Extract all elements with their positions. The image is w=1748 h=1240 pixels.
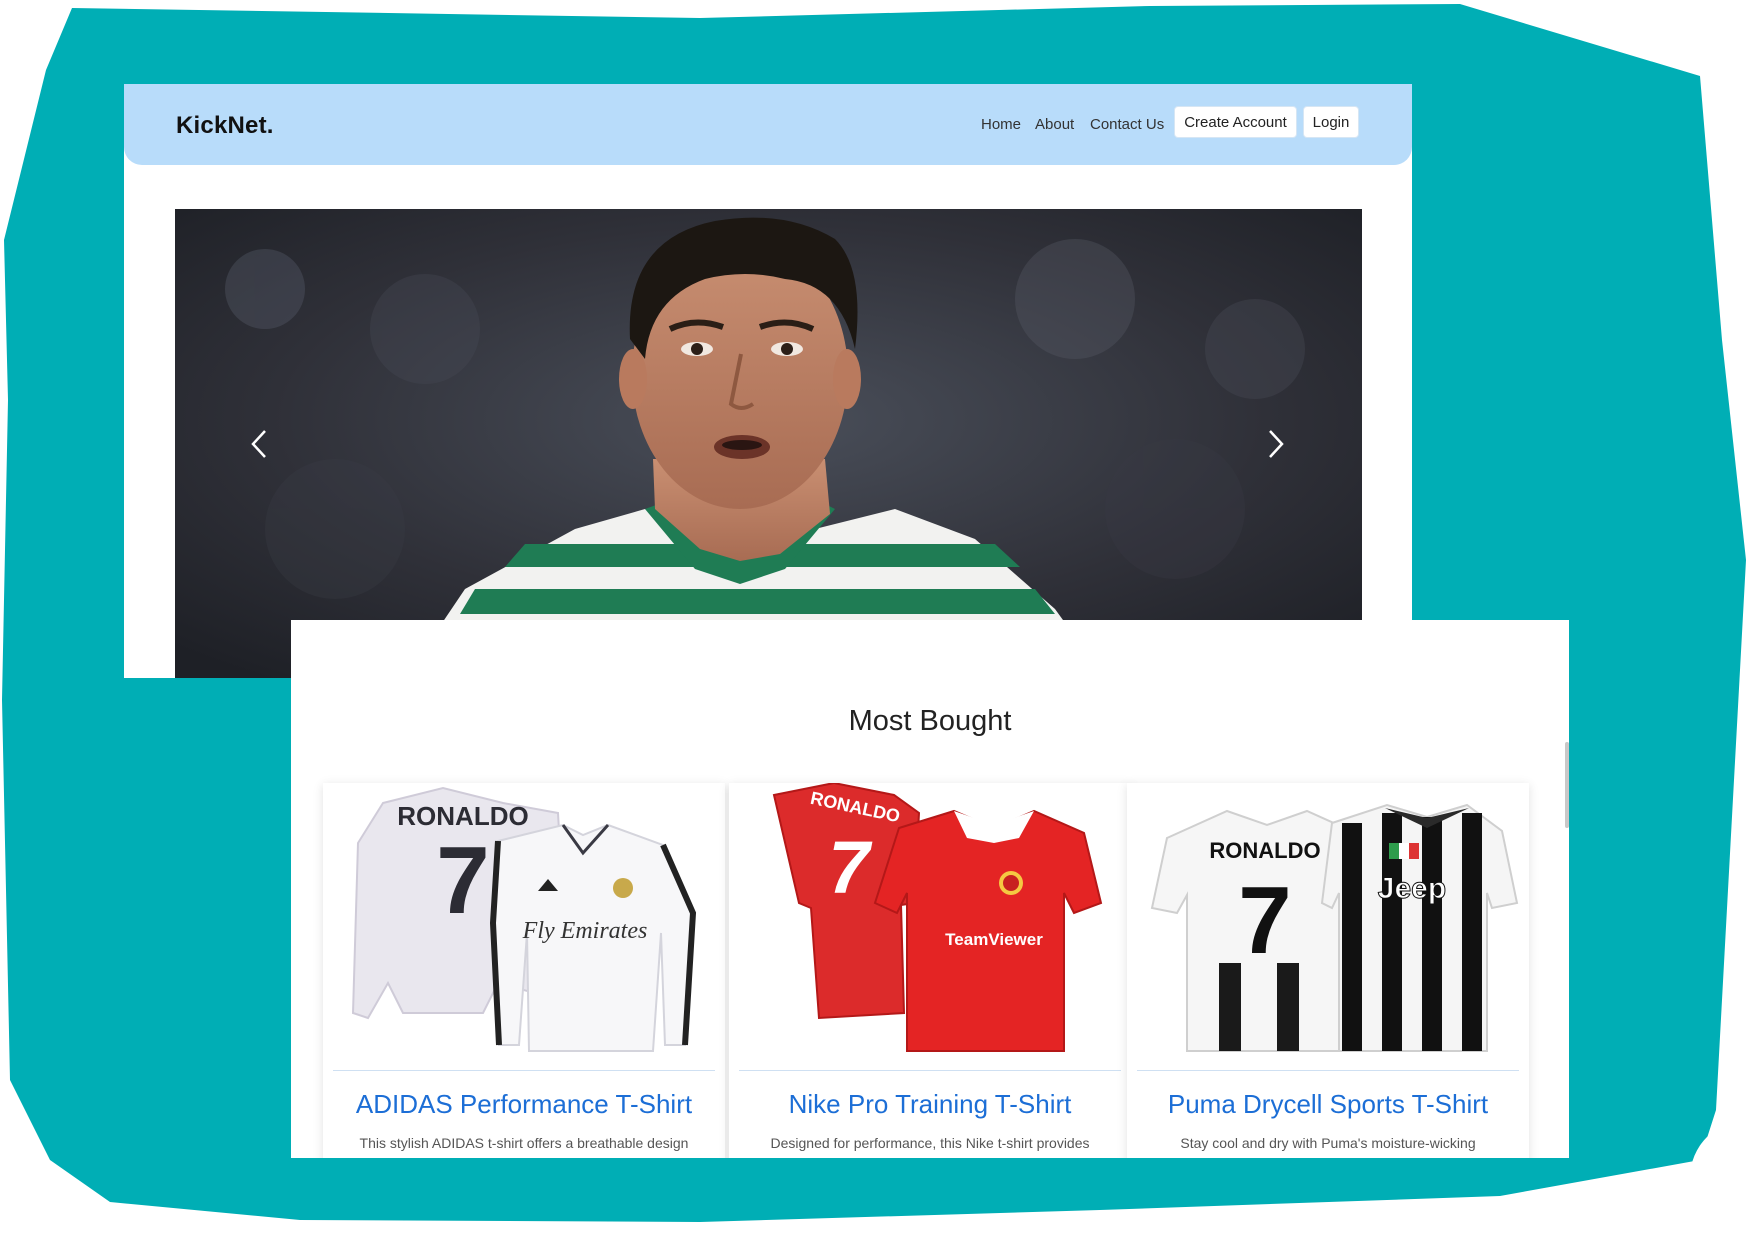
jersey-number-3: 7 (1238, 867, 1291, 974)
hero-image (175, 209, 1362, 678)
card-divider (333, 1070, 715, 1071)
product-title[interactable]: Nike Pro Training T-Shirt (729, 1089, 1131, 1120)
scrollbar[interactable] (1565, 742, 1569, 828)
product-card-adidas[interactable]: RONALDO 7 Fly Emirates ADIDAS Performanc… (323, 783, 725, 1158)
navbar: KickNet. Home About Contact Us Create Ac… (124, 84, 1412, 165)
product-card-nike[interactable]: RONALDO 7 TeamViewer Nike Pro Training T… (729, 783, 1131, 1158)
chevron-right-icon[interactable] (1260, 427, 1290, 461)
create-account-button[interactable]: Create Account (1174, 106, 1297, 138)
jersey-sponsor-2: TeamViewer (945, 930, 1043, 949)
jersey-number-1: 7 (436, 827, 489, 934)
nav-link-home[interactable]: Home (981, 116, 1021, 133)
brand-logo[interactable]: KickNet. (176, 112, 274, 140)
product-description: Designed for performance, this Nike t-sh… (770, 1135, 1090, 1158)
product-title[interactable]: ADIDAS Performance T-Shirt (323, 1089, 725, 1120)
card-divider (1137, 1070, 1519, 1071)
jersey-sponsor-3: Jeep (1378, 872, 1446, 905)
product-image-adidas: RONALDO 7 Fly Emirates (323, 783, 725, 1071)
jersey-sponsor-1: Fly Emirates (522, 918, 648, 944)
product-image-puma: RONALDO 7 Jeep (1127, 783, 1529, 1071)
website-window: KickNet. Home About Contact Us Create Ac… (124, 84, 1412, 678)
card-divider (739, 1070, 1121, 1071)
hero-carousel[interactable] (175, 209, 1362, 678)
chevron-left-icon[interactable] (245, 427, 275, 461)
most-bought-window: Most Bought RONALDO 7 Fly Emirates ADIDA… (291, 620, 1569, 1158)
login-button[interactable]: Login (1303, 106, 1359, 138)
product-description: Stay cool and dry with Puma's moisture-w… (1180, 1135, 1476, 1158)
nav-link-about[interactable]: About (1035, 116, 1074, 133)
product-description: This stylish ADIDAS t-shirt offers a bre… (359, 1135, 689, 1158)
jersey-number-2: 7 (828, 826, 873, 909)
nav-link-contact[interactable]: Contact Us (1090, 116, 1164, 133)
product-image-nike: RONALDO 7 TeamViewer (729, 783, 1131, 1071)
section-title: Most Bought (848, 705, 1012, 737)
product-card-puma[interactable]: RONALDO 7 Jeep Puma Drycell Sports T-Shi… (1127, 783, 1529, 1158)
jersey-name-3: RONALDO (1209, 838, 1320, 863)
product-title[interactable]: Puma Drycell Sports T-Shirt (1127, 1089, 1529, 1120)
